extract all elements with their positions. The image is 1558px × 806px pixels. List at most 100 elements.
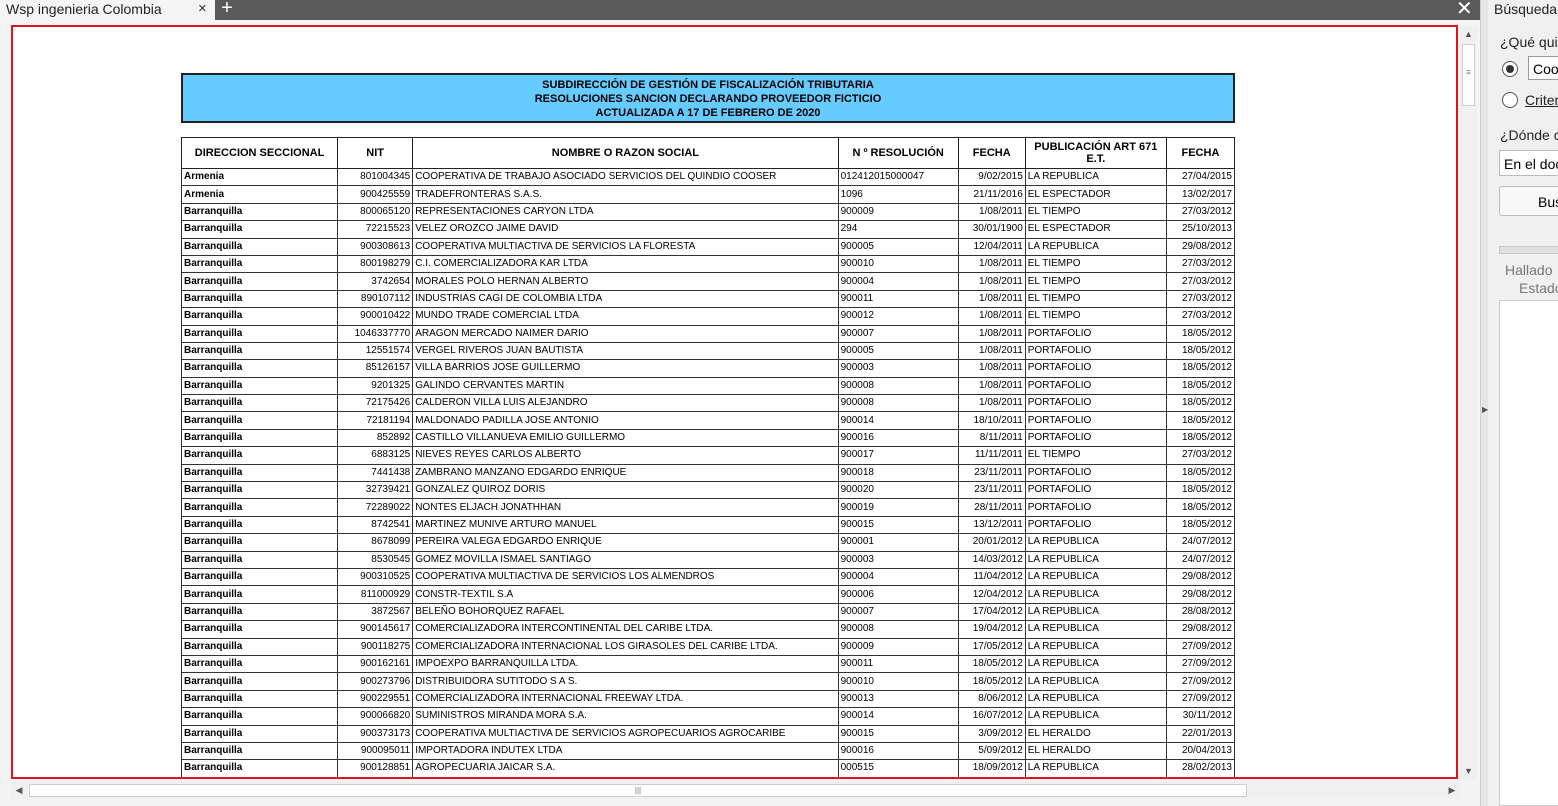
cell-seccional: Barranquilla [180,654,339,674]
cell-nit: 900425559 [337,185,414,204]
grip-icon: ≡ [1465,67,1472,77]
tab-close-icon[interactable]: × [198,0,207,18]
cell-nombre: SUMINISTROS MIRANDA MORA S.A. [412,707,839,726]
cell-fecha-publicacion: 27/03/2012 [1165,289,1236,309]
state-label: Estado [1519,280,1558,296]
cell-nombre: COOPERATIVA MULTIACTIVA DE SERVICIOS LOS… [412,567,839,587]
cell-fecha: 11/11/2011 [957,446,1026,465]
cell-fecha-publicacion: 29/08/2012 [1165,567,1236,587]
table-row: Barranquilla 3872567 BELEÑO BOHORQUEZ RAFA… [180,602,1236,622]
cell-seccional: Barranquilla [180,341,339,361]
cell-nombre: COOPERATIVA MULTIACTIVA DE SERVICIOS LA … [412,237,839,256]
scroll-up-icon[interactable]: ▲ [1460,26,1477,42]
table-row: Barranquilla 8742541 MARTINEZ MUNIVE ARTUR… [180,515,1236,535]
cell-nombre: C.I. COMERCIALIZADORA KAR LTDA [412,254,839,274]
panel-title: Búsqueda [1494,1,1558,17]
cell-nombre: GALINDO CERVANTES MARTIN [412,376,839,396]
table-body: Armenia 801004345 COOPERATIVA DE TRABAJO A… [180,167,1236,777]
scroll-right-icon[interactable]: ▶ [1444,782,1460,799]
cell-resolucion: 900005 [837,237,959,256]
cell-publicacion: LA REPUBLICA [1024,167,1167,187]
cell-fecha-publicacion: 20/04/2013 [1165,741,1236,761]
cell-publicacion: LA REPUBLICA [1024,602,1167,622]
cell-fecha: 9/02/2015 [957,167,1026,187]
cell-nit: 800198279 [337,254,414,274]
cell-nit: 72289022 [337,498,414,517]
new-tab-button[interactable]: + [217,0,237,18]
cell-resolucion: 900009 [837,202,959,222]
horizontal-scrollbar[interactable]: ◀ ||| ▶ [11,782,1460,799]
panel-splitter[interactable]: ▶ [1480,0,1488,806]
cell-resolucion: 900014 [837,411,959,430]
close-window-icon[interactable]: ✕ [1456,0,1473,20]
cell-nit: 900373173 [337,724,414,743]
vertical-scrollbar[interactable]: ▲ ≡ ▼ [1460,26,1477,779]
cell-nombre: GOMEZ MOVILLA ISMAEL SANTIAGO [412,550,839,569]
cell-publicacion: LA REPUBLICA [1024,620,1167,639]
search-text-input[interactable]: Coo [1528,56,1558,80]
table-row: Barranquilla 12551574 VERGEL RIVEROS JUAN … [180,341,1236,361]
cell-fecha: 1/08/2011 [957,324,1026,343]
cell-nombre: AGROPECUARIA JAICAR S.A. [412,759,839,777]
column-header: FECHA [957,137,1026,169]
search-location-select[interactable]: En el doc [1499,150,1558,176]
cell-fecha-publicacion: 22/01/2013 [1165,724,1236,743]
search-button[interactable]: Bus [1499,186,1558,216]
cell-fecha: 12/04/2011 [957,237,1026,256]
cell-fecha: 1/08/2011 [957,341,1026,361]
cell-resolucion: 900004 [837,567,959,587]
table-row: Barranquilla 900128851 AGROPECUARIA JAICAR… [180,759,1236,777]
cell-publicacion: PORTAFOLIO [1024,341,1167,361]
table-row: Barranquilla 900095011 IMPORTADORA INDUTEX… [180,741,1236,761]
scroll-down-icon[interactable]: ▼ [1460,763,1477,779]
cell-nit: 6883125 [337,446,414,465]
cell-nombre: COMERCIALIZADORA INTERNACIONAL LOS GIRAS… [412,637,839,656]
cell-nombre: CONSTR-TEXTIL S.A [412,585,839,604]
criteria-link[interactable]: Criter [1525,92,1558,108]
cell-nit: 900118275 [337,637,414,656]
table-row: Armenia 801004345 COOPERATIVA DE TRABAJO A… [180,167,1236,187]
cell-nit: 890107112 [337,289,414,309]
vertical-scroll-thumb[interactable]: ≡ [1462,44,1475,106]
found-label: Hallado [1505,262,1553,278]
cell-fecha-publicacion: 18/05/2012 [1165,428,1236,448]
cell-fecha: 3/09/2012 [957,724,1026,743]
cell-resolucion: 012412015000047 [837,167,959,187]
horizontal-scroll-thumb[interactable]: ||| [29,784,1247,797]
cell-fecha-publicacion: 27/03/2012 [1165,446,1236,465]
search-results-list[interactable] [1499,300,1558,806]
cell-nit: 852892 [337,428,414,448]
cell-fecha: 1/08/2011 [957,359,1026,378]
cell-fecha-publicacion: 29/08/2012 [1165,585,1236,604]
cell-nit: 32739421 [337,481,414,500]
cell-resolucion: 900013 [837,689,959,709]
cell-resolucion: 900018 [837,463,959,483]
cell-nit: 900310525 [337,567,414,587]
cell-seccional: Armenia [180,185,339,204]
cell-publicacion: LA REPUBLICA [1024,637,1167,656]
cell-publicacion: LA REPUBLICA [1024,550,1167,569]
cell-seccional: Barranquilla [180,463,339,483]
scroll-left-icon[interactable]: ◀ [11,782,27,799]
cell-nombre: IMPORTADORA INDUTEX LTDA [412,741,839,761]
cell-fecha: 19/04/2012 [957,620,1026,639]
cell-resolucion: 900006 [837,585,959,604]
table-row: Barranquilla 85126157 VILLA BARRIOS JOSE G… [180,359,1236,378]
radio-option-2[interactable] [1502,92,1518,108]
column-header: FECHA [1165,137,1236,169]
cell-resolucion: 900003 [837,359,959,378]
cell-fecha: 1/08/2011 [957,307,1026,326]
cell-fecha: 18/10/2011 [957,411,1026,430]
radio-option-1[interactable] [1502,61,1518,77]
cell-nombre: ARAGON MERCADO NAIMER DARIO [412,324,839,343]
cell-resolucion: 900009 [837,637,959,656]
cell-fecha-publicacion: 18/05/2012 [1165,359,1236,378]
cell-fecha-publicacion: 18/05/2012 [1165,376,1236,396]
document-tab[interactable]: Wsp ingenieria Colombia × [0,0,215,20]
resolutions-table: DIRECCION SECCIONAL NIT NOMBRE O RAZON S… [180,137,1236,777]
cell-resolucion: 900020 [837,481,959,500]
cell-nombre: COMERCIALIZADORA INTERNACIONAL FREEWAY L… [412,689,839,709]
cell-resolucion: 900011 [837,289,959,309]
cell-publicacion: EL ESPECTADOR [1024,220,1167,239]
cell-seccional: Barranquilla [180,359,339,378]
